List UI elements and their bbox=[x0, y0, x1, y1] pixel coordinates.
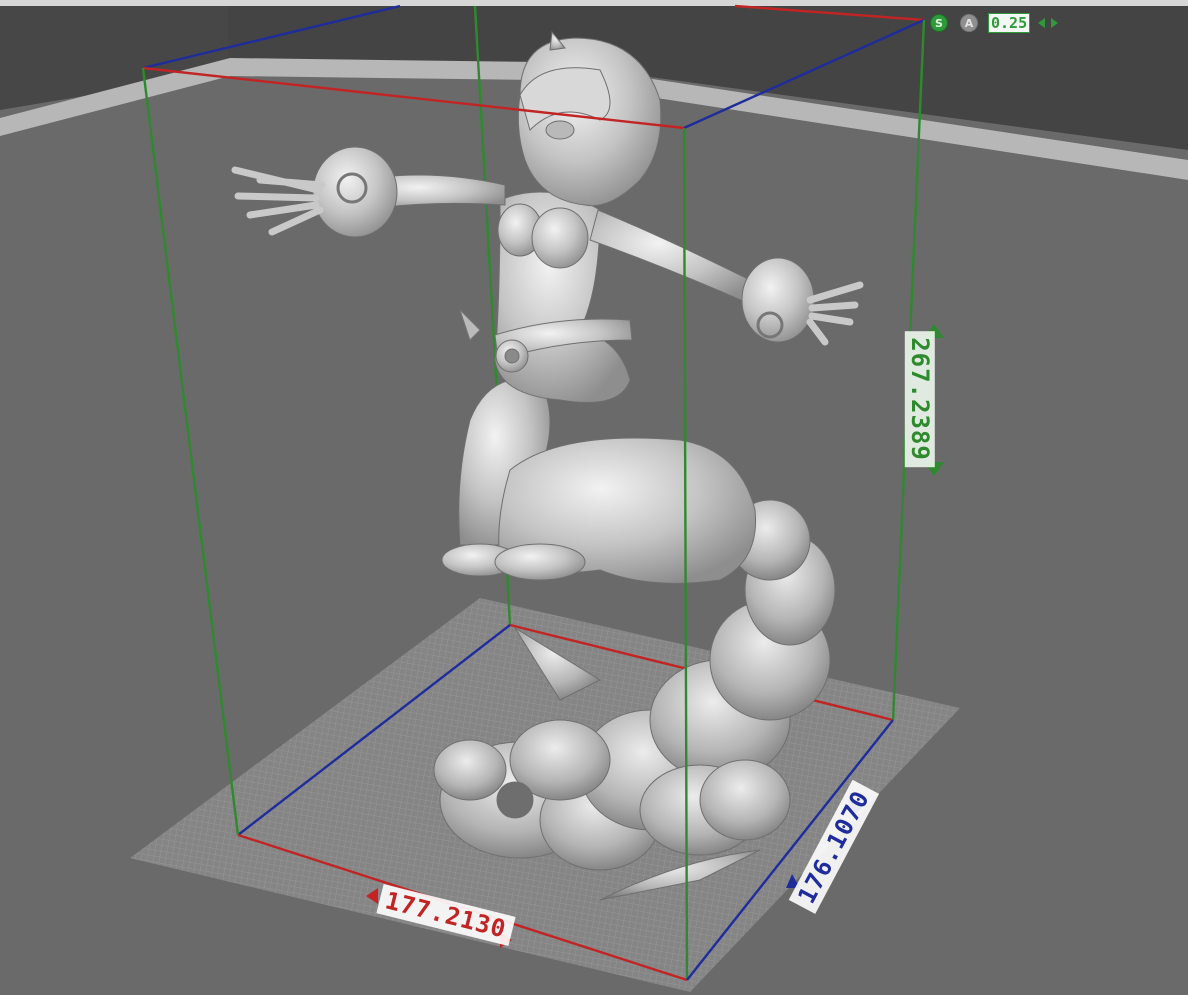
increment-input[interactable]: 0.25 bbox=[988, 13, 1031, 33]
left-arrow-icon[interactable] bbox=[1038, 18, 1046, 28]
right-arrow-icon[interactable] bbox=[1051, 18, 1059, 28]
3d-viewport[interactable] bbox=[0, 0, 1188, 995]
dimension-z-label: 267.2389 bbox=[904, 331, 935, 467]
snap-icon[interactable]: S bbox=[930, 14, 948, 32]
snap-toolbar: S A 0.25 bbox=[930, 12, 1059, 34]
auto-icon[interactable]: A bbox=[960, 14, 978, 32]
